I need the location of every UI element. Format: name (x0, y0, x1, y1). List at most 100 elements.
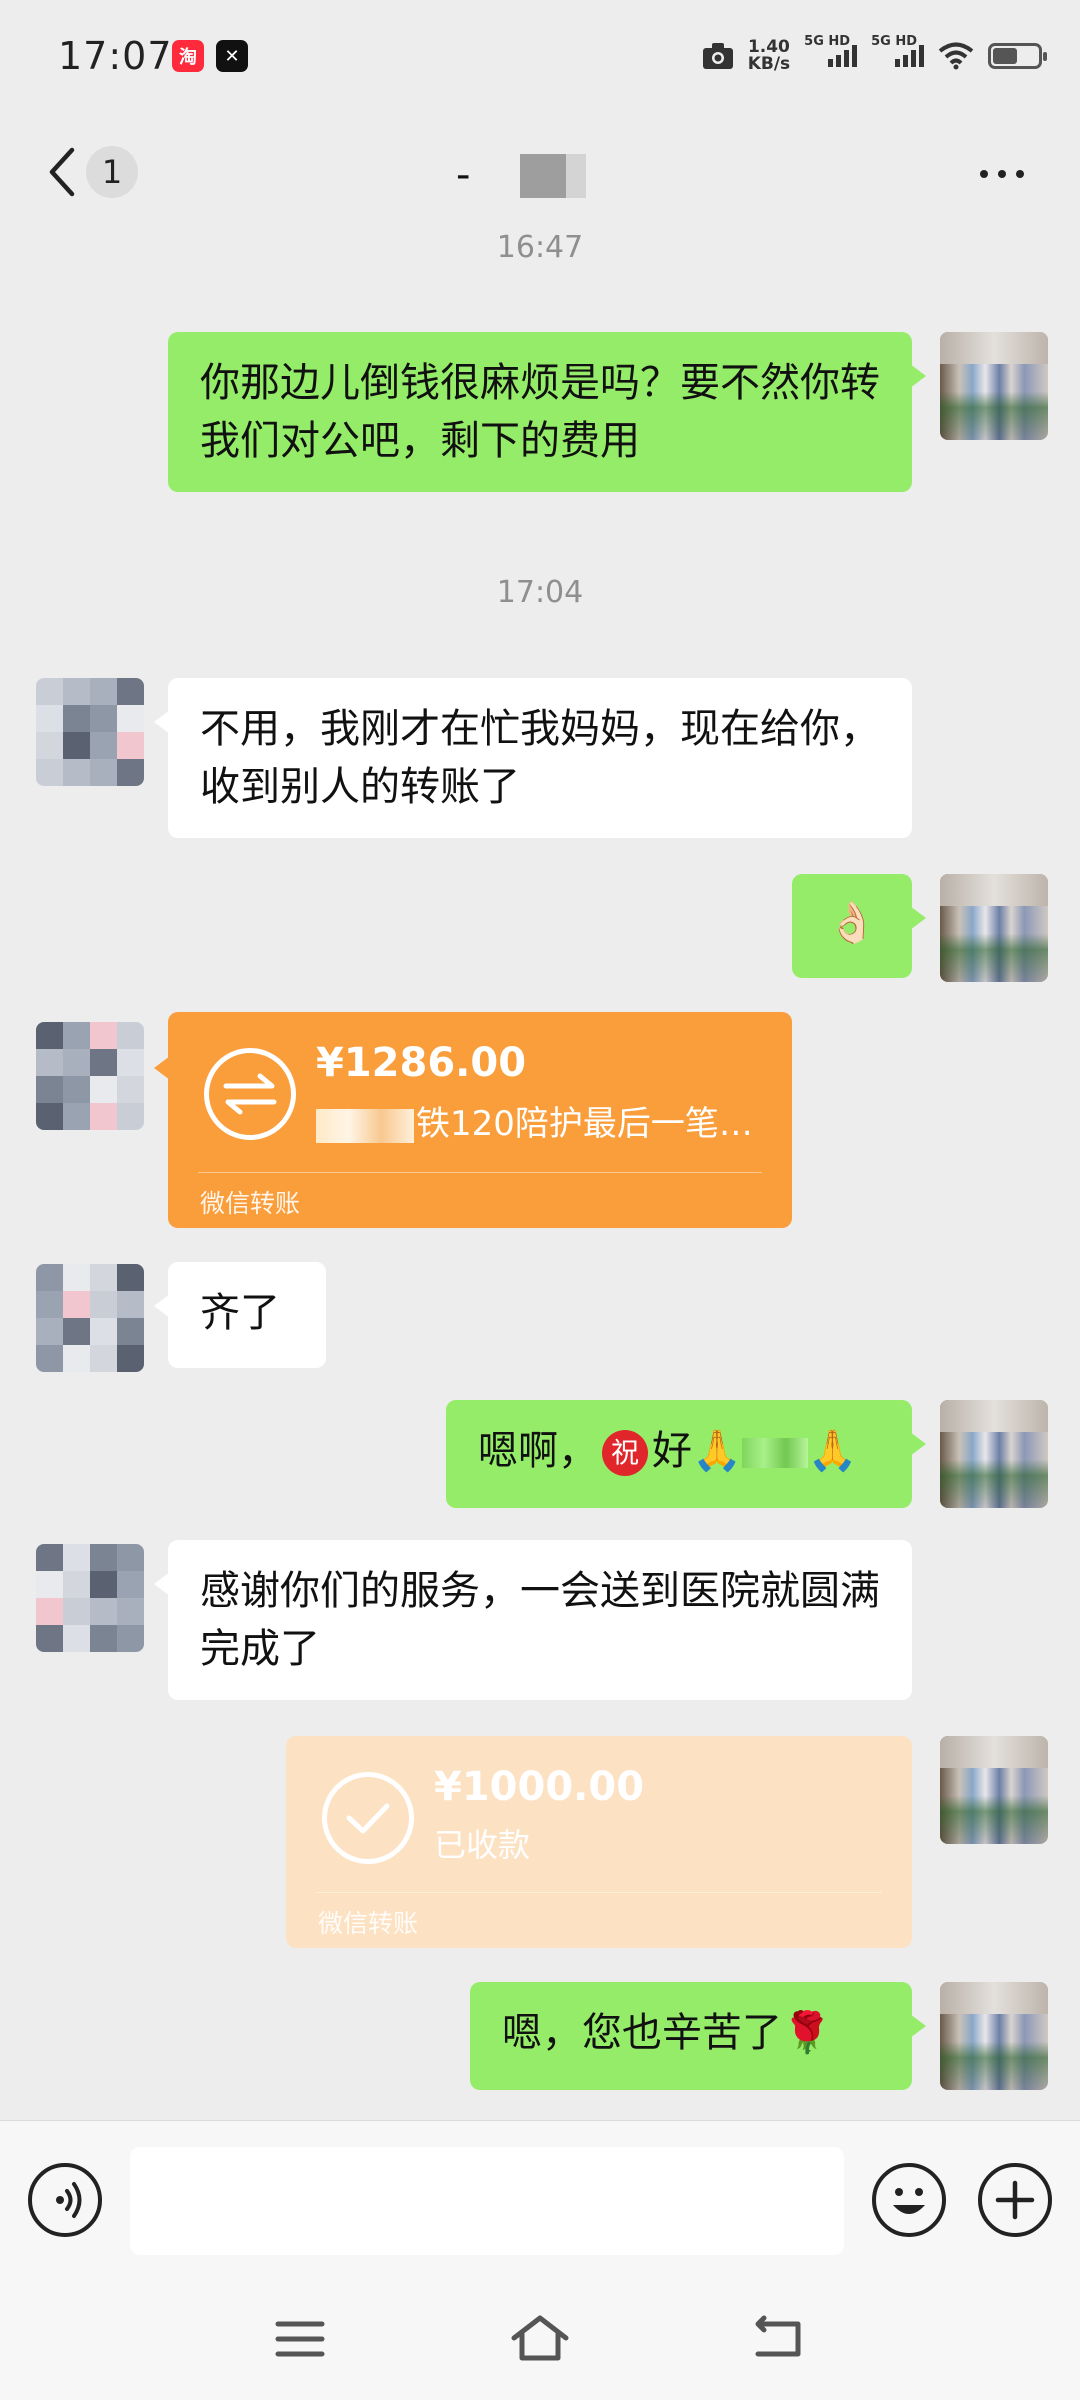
contact-avatar[interactable] (36, 1544, 144, 1652)
more-options-icon[interactable] (980, 170, 1024, 178)
transfer-note-text: 铁120陪护最后一笔… (416, 1104, 753, 1144)
avatar-mosaic-cell (117, 1345, 144, 1372)
avatar-mosaic-cell (117, 1544, 144, 1571)
avatar-mosaic-cell (117, 759, 144, 786)
self-avatar[interactable] (940, 874, 1048, 982)
contact-avatar[interactable] (36, 678, 144, 786)
avatar-mosaic-cell (117, 1264, 144, 1291)
timestamp: 17:04 (496, 575, 584, 610)
taobao-icon: 淘 (172, 40, 204, 72)
plus-icon[interactable] (978, 2163, 1052, 2237)
avatar-mosaic-cell (36, 1022, 63, 1049)
unread-badge[interactable]: 1 (86, 146, 138, 198)
avatar-mosaic-cell (117, 1318, 144, 1345)
message-input[interactable] (130, 2147, 844, 2255)
avatar-mosaic-cell (63, 1625, 90, 1652)
title-redaction-mask (566, 154, 586, 198)
avatar-mosaic-cell (90, 1625, 117, 1652)
capcut-icon: ✕ (216, 40, 248, 72)
avatar-mosaic-cell (36, 1318, 63, 1345)
avatar-mosaic-cell (63, 1103, 90, 1130)
self-avatar[interactable] (940, 332, 1048, 440)
avatar-mosaic-cell (36, 1291, 63, 1318)
avatar-mosaic-cell (63, 1291, 90, 1318)
status-bar: 17:07 淘 ✕ 1.40 KB/s 5G HD 5G HD (0, 0, 1080, 112)
message-bubble-other[interactable]: 不用，我刚才在忙我妈妈，现在给你，收到别人的转账了 (154, 678, 912, 838)
avatar-mosaic-cell (117, 1076, 144, 1103)
avatar-mosaic-cell (36, 1625, 63, 1652)
chat-title: - (456, 152, 471, 198)
avatar-mosaic-cell (36, 705, 63, 732)
avatar-mosaic-cell (63, 1318, 90, 1345)
avatar-mosaic-cell (90, 759, 117, 786)
note-redaction-mask (316, 1108, 414, 1143)
avatar-mosaic-cell (117, 732, 144, 759)
avatar-mosaic-cell (90, 732, 117, 759)
message-bubble-other[interactable]: 齐了 (154, 1262, 326, 1368)
battery-fill (993, 48, 1018, 64)
transfer-card-sent[interactable]: ¥1286.00 铁120陪护最后一笔… 微信转账 (154, 1012, 792, 1228)
avatar-mosaic-cell (90, 705, 117, 732)
avatar-mosaic-cell (90, 1544, 117, 1571)
avatar-mosaic-cell (90, 1022, 117, 1049)
avatar-mosaic-cell (63, 678, 90, 705)
contact-avatar[interactable] (36, 1022, 144, 1130)
avatar-mosaic-cell (63, 1049, 90, 1076)
transfer-card-received[interactable]: ¥1000.00 已收款 微信转账 (286, 1736, 912, 1948)
avatar-mosaic-cell (36, 1049, 63, 1076)
avatar-mosaic-cell (117, 1291, 144, 1318)
avatar-mosaic-cell (36, 678, 63, 705)
title-redaction-mask (520, 154, 566, 198)
avatar-mosaic-cell (117, 1049, 144, 1076)
emoji-icon[interactable] (872, 2163, 946, 2237)
home-icon[interactable] (510, 2314, 570, 2364)
wifi-icon (938, 42, 974, 70)
avatar-mosaic-cell (63, 732, 90, 759)
avatar-mosaic-cell (63, 1571, 90, 1598)
transfer-note: 铁120陪护最后一笔… (316, 1096, 753, 1145)
camera-icon (702, 43, 733, 69)
back-nav-icon[interactable] (750, 2314, 810, 2364)
avatar-mosaic-cell (36, 1264, 63, 1291)
avatar-mosaic-cell (117, 1571, 144, 1598)
sim2-label: 5G HD (871, 34, 917, 49)
signal-sim2: 5G HD (871, 34, 924, 67)
message-bubble-self[interactable]: 嗯啊，祝好🙏 🙏 (446, 1400, 926, 1508)
self-avatar[interactable] (940, 1400, 1048, 1508)
back-arrow-icon[interactable] (42, 142, 82, 202)
chat-header: 1 - (0, 112, 1080, 236)
blessing-emoji-icon: 祝 (602, 1430, 648, 1476)
avatar-mosaic-cell (63, 1022, 90, 1049)
message-bubble-self[interactable]: 你那边儿倒钱很麻烦是吗？要不然你转我们对公吧，剩下的费用 (168, 332, 926, 492)
voice-input-icon[interactable] (28, 2163, 102, 2237)
transfer-label: 微信转账 (200, 1189, 301, 1218)
network-speed-unit: KB/s (747, 54, 791, 74)
avatar-mosaic-cell (36, 1103, 63, 1130)
avatar-mosaic-cell (90, 1598, 117, 1625)
message-text: 嗯啊， (478, 1428, 598, 1474)
avatar-mosaic-cell (117, 678, 144, 705)
self-avatar[interactable] (940, 1736, 1048, 1844)
transfer-label: 微信转账 (318, 1909, 419, 1938)
avatar-mosaic-cell (117, 1598, 144, 1625)
avatar-mosaic-cell (36, 1598, 63, 1625)
message-text: 好🙏 (652, 1428, 742, 1474)
transfer-divider (316, 1892, 882, 1893)
transfer-status: 已收款 (434, 1826, 531, 1864)
transfer-amount: ¥1000.00 (434, 1764, 645, 1810)
avatar-mosaic-cell (90, 1264, 117, 1291)
transfer-arrows-icon (204, 1048, 296, 1140)
input-bar (0, 2120, 1080, 2280)
avatar-mosaic-cell (90, 1103, 117, 1130)
message-bubble-self[interactable]: 嗯，您也辛苦了🌹 (470, 1982, 926, 2090)
self-avatar[interactable] (940, 1982, 1048, 2090)
avatar-mosaic-cell (117, 1022, 144, 1049)
network-speed: 1.40 KB/s (748, 39, 790, 73)
avatar-mosaic-cell (63, 759, 90, 786)
message-bubble-self[interactable]: 👌🏻 (792, 874, 926, 978)
contact-avatar[interactable] (36, 1264, 144, 1372)
avatar-mosaic-cell (63, 705, 90, 732)
message-bubble-other[interactable]: 感谢你们的服务，一会送到医院就圆满完成了 (154, 1540, 912, 1700)
menu-icon[interactable] (270, 2314, 330, 2364)
avatar-mosaic-cell (117, 705, 144, 732)
